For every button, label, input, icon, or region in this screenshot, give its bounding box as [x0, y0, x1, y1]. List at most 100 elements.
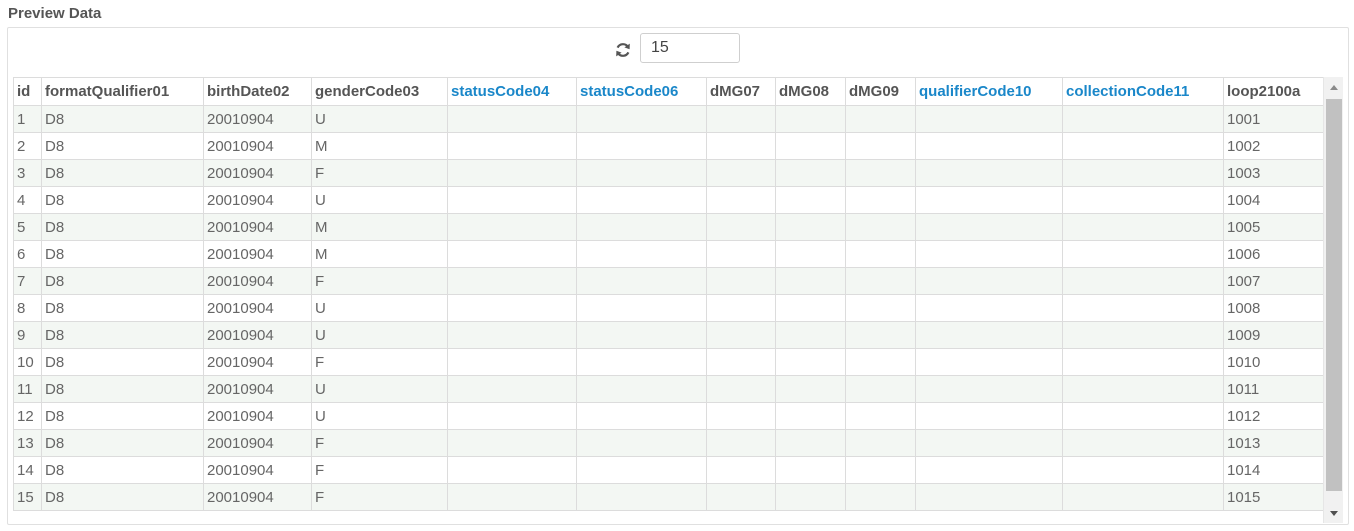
table-cell-statuscode06 [576, 456, 707, 484]
table-cell-dmg07 [706, 267, 776, 295]
table-cell-dmg08 [775, 483, 846, 511]
table-cell-loop2100a: 1003 [1223, 159, 1324, 187]
table-cell-statuscode04 [447, 321, 577, 349]
table-row[interactable]: 12 D8 20010904 U 1012 [13, 402, 1324, 430]
table-cell-statuscode04 [447, 348, 577, 376]
column-header-dmg09[interactable]: dMG09 [845, 77, 916, 106]
column-header-loop2100a[interactable]: loop2100a [1223, 77, 1324, 106]
preview-data-page: Preview Data 15 id formatQualifier01 bir… [0, 0, 1354, 531]
table-cell-statuscode06 [576, 240, 707, 268]
table-cell-id: 3 [13, 159, 42, 187]
preview-controls [8, 33, 1348, 65]
table-cell-dmg07 [706, 105, 776, 133]
table-cell-loop2100a: 1006 [1223, 240, 1324, 268]
table-cell-birthdate02: 20010904 [203, 105, 312, 133]
table-cell-birthdate02: 20010904 [203, 321, 312, 349]
table-cell-qualifiercode10 [915, 105, 1063, 133]
table-row[interactable]: 5 D8 20010904 M 1005 [13, 213, 1324, 241]
table-row[interactable]: 4 D8 20010904 U 1004 [13, 186, 1324, 214]
table-header-row: id formatQualifier01 birthDate02 genderCode… [13, 77, 1324, 106]
table-row[interactable]: 15 D8 20010904 F 1015 [13, 483, 1324, 511]
table-row[interactable]: 1 D8 20010904 U 1001 [13, 105, 1324, 133]
table-cell-dmg09 [845, 402, 916, 430]
table-cell-dmg08 [775, 294, 846, 322]
table-row[interactable]: 7 D8 20010904 F 1007 [13, 267, 1324, 295]
table-cell-formatqualifier01: D8 [41, 267, 204, 295]
column-header-birthdate02[interactable]: birthDate02 [203, 77, 312, 106]
table-cell-statuscode04 [447, 483, 577, 511]
table-cell-statuscode04 [447, 105, 577, 133]
table-row[interactable]: 10 D8 20010904 F 1010 [13, 348, 1324, 376]
column-header-dmg08[interactable]: dMG08 [775, 77, 846, 106]
scroll-thumb[interactable] [1326, 99, 1342, 491]
column-header-statuscode06[interactable]: statusCode06 [576, 77, 707, 106]
table-cell-formatqualifier01: D8 [41, 294, 204, 322]
column-header-dmg07[interactable]: dMG07 [706, 77, 776, 106]
table-cell-gendercode03: U [311, 321, 448, 349]
table-cell-statuscode04 [447, 456, 577, 484]
scroll-up-arrow[interactable] [1324, 77, 1343, 97]
table-row[interactable]: 8 D8 20010904 U 1008 [13, 294, 1324, 322]
column-header-id[interactable]: id [13, 77, 42, 106]
table-row[interactable]: 14 D8 20010904 F 1014 [13, 456, 1324, 484]
column-header-statuscode04[interactable]: statusCode04 [447, 77, 577, 106]
table-cell-gendercode03: U [311, 375, 448, 403]
row-count-input[interactable] [640, 33, 740, 63]
table-cell-formatqualifier01: D8 [41, 240, 204, 268]
table-cell-collectioncode11 [1062, 267, 1224, 295]
table-cell-formatqualifier01: D8 [41, 132, 204, 160]
column-header-collectioncode11[interactable]: collectionCode11 [1062, 77, 1224, 106]
table-cell-loop2100a: 1005 [1223, 213, 1324, 241]
table-cell-dmg07 [706, 213, 776, 241]
table-cell-statuscode04 [447, 375, 577, 403]
table-cell-dmg08 [775, 429, 846, 457]
refresh-icon[interactable] [614, 41, 632, 59]
table-cell-id: 2 [13, 132, 42, 160]
table-cell-birthdate02: 20010904 [203, 267, 312, 295]
column-header-qualifiercode10[interactable]: qualifierCode10 [915, 77, 1063, 106]
scroll-down-arrow[interactable] [1324, 503, 1343, 523]
table-cell-dmg09 [845, 348, 916, 376]
table-cell-dmg07 [706, 240, 776, 268]
table-cell-dmg08 [775, 105, 846, 133]
table-cell-loop2100a: 1012 [1223, 402, 1324, 430]
table-cell-qualifiercode10 [915, 429, 1063, 457]
table-cell-dmg09 [845, 375, 916, 403]
table-cell-dmg09 [845, 456, 916, 484]
table-cell-loop2100a: 1004 [1223, 186, 1324, 214]
table-cell-statuscode06 [576, 402, 707, 430]
table-row[interactable]: 2 D8 20010904 M 1002 [13, 132, 1324, 160]
table-row[interactable]: 11 D8 20010904 U 1011 [13, 375, 1324, 403]
preview-panel: idformatQualifier01birthDate02genderCode… [7, 27, 1349, 525]
table-cell-id: 10 [13, 348, 42, 376]
table-cell-statuscode04 [447, 159, 577, 187]
table-cell-dmg08 [775, 267, 846, 295]
table-cell-statuscode04 [447, 294, 577, 322]
column-header-formatqualifier01[interactable]: formatQualifier01 [41, 77, 204, 106]
table-cell-qualifiercode10 [915, 321, 1063, 349]
table-cell-statuscode04 [447, 132, 577, 160]
table-cell-dmg07 [706, 294, 776, 322]
table-cell-dmg08 [775, 159, 846, 187]
vertical-scrollbar[interactable] [1323, 77, 1343, 523]
table-cell-dmg09 [845, 294, 916, 322]
table-cell-birthdate02: 20010904 [203, 213, 312, 241]
table-row[interactable]: 3 D8 20010904 F 1003 [13, 159, 1324, 187]
table-row[interactable]: 9 D8 20010904 U 1009 [13, 321, 1324, 349]
table-cell-id: 11 [13, 375, 42, 403]
table-cell-statuscode06 [576, 321, 707, 349]
table-cell-qualifiercode10 [915, 294, 1063, 322]
table-cell-statuscode04 [447, 240, 577, 268]
table-cell-dmg09 [845, 429, 916, 457]
table-row[interactable]: 13 D8 20010904 F 1013 [13, 429, 1324, 457]
table-row[interactable]: 6 D8 20010904 M 1006 [13, 240, 1324, 268]
table-cell-dmg07 [706, 402, 776, 430]
column-header-gendercode03[interactable]: genderCode03 [311, 77, 448, 106]
table-cell-statuscode06 [576, 375, 707, 403]
table-cell-statuscode06 [576, 348, 707, 376]
table-cell-qualifiercode10 [915, 456, 1063, 484]
table-cell-dmg08 [775, 348, 846, 376]
table-cell-id: 9 [13, 321, 42, 349]
table-cell-gendercode03: U [311, 402, 448, 430]
table-cell-id: 4 [13, 186, 42, 214]
